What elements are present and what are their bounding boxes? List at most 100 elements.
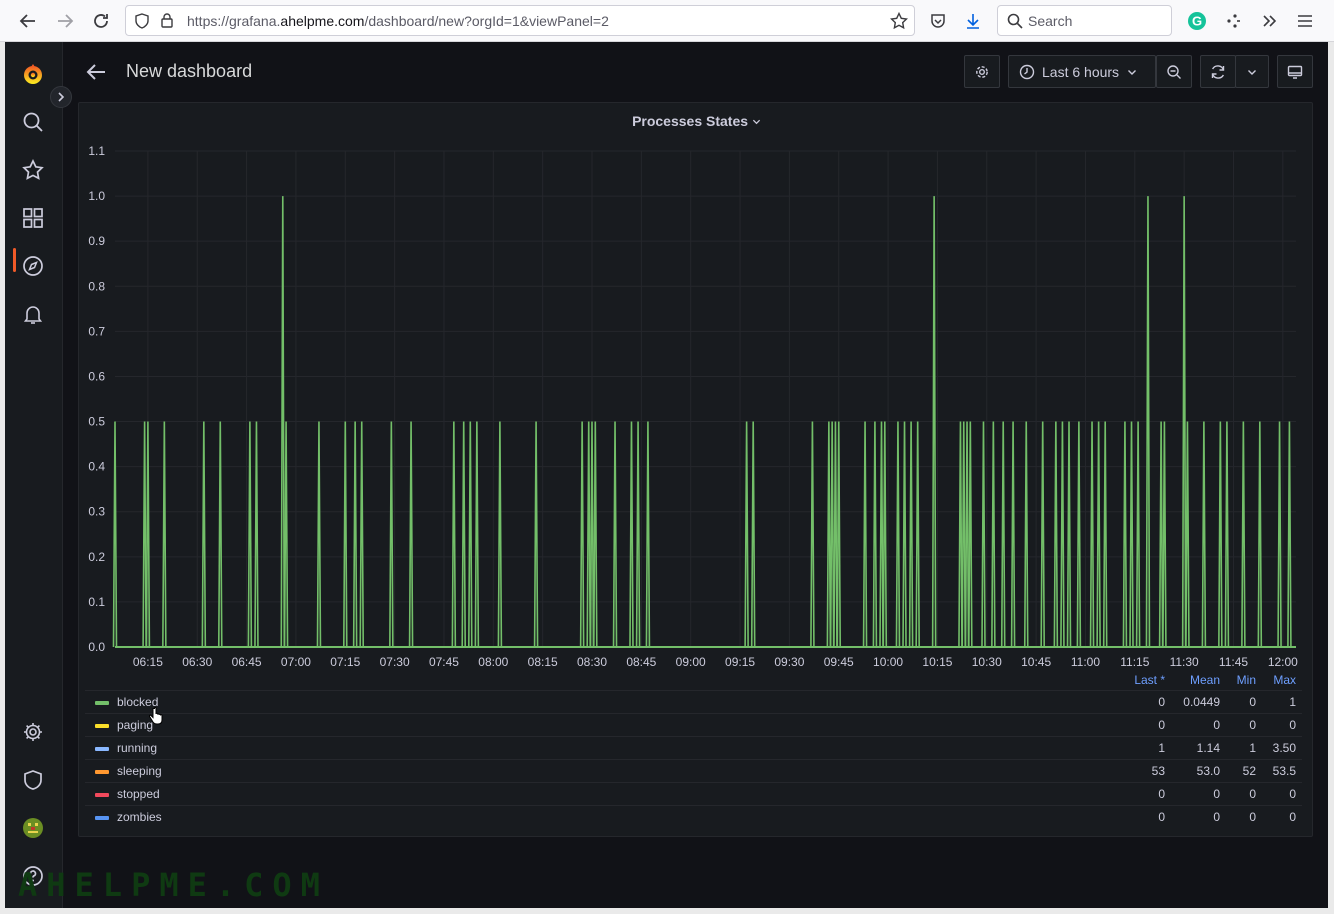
series-spike-blocked: [744, 421, 749, 648]
lock-icon[interactable]: [160, 12, 174, 33]
series-spike-blocked: [467, 421, 473, 648]
legend-color-swatch[interactable]: [95, 724, 109, 728]
user-avatar-icon[interactable]: [21, 816, 45, 840]
series-spike-blocked: [1122, 421, 1128, 648]
grammarly-extension-icon[interactable]: G: [1185, 9, 1209, 33]
series-spike-blocked: [1158, 421, 1164, 648]
browser-toolbar: https://grafana.ahelpme.com/dashboard/ne…: [0, 0, 1334, 42]
x-tick-label: 12:00: [1268, 655, 1298, 669]
series-spike-blocked: [283, 421, 289, 648]
legend-row-sleeping[interactable]: sleeping 53 53.0 52 53.5: [85, 759, 1302, 782]
legend-column-header[interactable]: Max: [1236, 673, 1296, 687]
back-button[interactable]: [84, 60, 108, 84]
series-spike-blocked: [217, 421, 223, 648]
tracking-shield-icon[interactable]: [134, 13, 150, 34]
clock-icon: [1019, 64, 1035, 79]
legend-series-name[interactable]: zombies: [117, 810, 162, 824]
grafana-logo-icon[interactable]: [21, 62, 45, 86]
svg-text:G: G: [1192, 14, 1202, 29]
search-icon[interactable]: [21, 110, 45, 134]
downloads-icon[interactable]: [961, 9, 985, 33]
series-spike-blocked: [451, 421, 457, 648]
tv-mode-button[interactable]: [1277, 55, 1313, 88]
legend-row-running[interactable]: running 1 1.14 1 3.50: [85, 736, 1302, 759]
extension-icon[interactable]: [1221, 9, 1245, 33]
series-spike-blocked: [1060, 421, 1065, 648]
y-tick-label: 1.0: [88, 189, 105, 203]
star-icon[interactable]: [21, 158, 45, 182]
more-tools-chevron-icon[interactable]: [1257, 9, 1281, 33]
pocket-icon[interactable]: [926, 9, 950, 33]
legend-series-name[interactable]: stopped: [117, 787, 160, 801]
series-spike-blocked: [931, 196, 937, 648]
series-spike-blocked: [1023, 421, 1029, 648]
legend-row-blocked[interactable]: blocked 0 0.0449 0 1: [85, 690, 1302, 713]
configuration-gear-icon[interactable]: [21, 720, 45, 744]
x-tick-label: 08:15: [528, 655, 558, 669]
series-spike-blocked: [1040, 421, 1045, 648]
refresh-button[interactable]: [1200, 55, 1236, 88]
x-tick-label: 10:30: [972, 655, 1002, 669]
forward-arrow-icon[interactable]: [53, 9, 77, 33]
legend-column-header[interactable]: Last *: [1105, 673, 1165, 687]
page-title: New dashboard: [126, 61, 253, 81]
series-spike-blocked: [201, 421, 207, 648]
legend-series-name[interactable]: sleeping: [117, 764, 162, 778]
zoom-out-icon: [1167, 64, 1181, 79]
server-admin-shield-icon[interactable]: [21, 768, 45, 792]
legend-color-swatch[interactable]: [95, 816, 109, 820]
legend-color-swatch[interactable]: [95, 747, 109, 751]
back-arrow-icon[interactable]: [16, 9, 40, 33]
x-tick-label: 11:15: [1120, 655, 1149, 669]
arrow-left-icon: [86, 64, 105, 80]
search-icon: [1007, 13, 1023, 34]
legend-row-paging[interactable]: paging 0 0 0 0: [85, 713, 1302, 736]
refresh-interval-dropdown[interactable]: [1235, 55, 1269, 88]
dashboard-settings-button[interactable]: [964, 55, 1000, 88]
series-spike-blocked: [1145, 196, 1151, 648]
series-spike-blocked: [592, 421, 598, 648]
time-range-picker[interactable]: Last 6 hours: [1008, 55, 1156, 88]
sidebar-expand-button[interactable]: [50, 86, 72, 108]
x-tick-label: 08:00: [478, 655, 508, 669]
legend-row-zombies[interactable]: zombies 0 0 0 0: [85, 805, 1302, 828]
legend-series-name[interactable]: running: [117, 741, 157, 755]
legend-row-stopped[interactable]: stopped 0 0 0 0: [85, 782, 1302, 805]
series-spike-blocked: [872, 421, 878, 648]
bookmark-star-icon[interactable]: [889, 11, 909, 35]
explore-compass-icon[interactable]: [21, 254, 45, 278]
series-spike-blocked: [1066, 421, 1072, 648]
y-tick-label: 0.8: [88, 279, 105, 293]
series-spike-blocked: [461, 421, 467, 648]
x-tick-label: 06:15: [133, 655, 163, 669]
legend-value-max: 1: [1289, 695, 1296, 709]
series-spike-blocked: [1053, 421, 1059, 648]
legend-value-max: 53.5: [1272, 764, 1296, 778]
time-series-chart[interactable]: 0.0 0.1 0.2 0.3 0.4 0.5 0.6 0.7 0.8 0.9 1.0 1.1 06:1…: [79, 103, 1314, 683]
series-spike-blocked: [586, 421, 592, 648]
time-range-label: Last 6 hours: [1042, 63, 1120, 80]
alerting-bell-icon[interactable]: [21, 302, 45, 326]
series-spike-blocked: [968, 421, 973, 648]
legend-value-max: 0: [1289, 810, 1296, 824]
url-bar[interactable]: https://grafana.ahelpme.com/dashboard/ne…: [125, 5, 915, 36]
browser-search-input[interactable]: Search: [997, 5, 1172, 36]
series-spike-blocked: [1102, 421, 1108, 648]
series-spike-blocked: [1241, 421, 1246, 648]
legend-series-name[interactable]: paging: [117, 718, 153, 732]
hamburger-menu-icon[interactable]: [1293, 9, 1317, 33]
x-tick-label: 10:45: [1021, 655, 1051, 669]
y-tick-label: 0.4: [88, 460, 105, 474]
y-tick-label: 0.7: [88, 324, 105, 338]
dashboards-icon[interactable]: [21, 206, 45, 230]
legend-color-swatch[interactable]: [95, 701, 109, 705]
zoom-out-button[interactable]: [1156, 55, 1192, 88]
legend-value-max: 0: [1289, 718, 1296, 732]
x-tick-label: 09:30: [774, 655, 804, 669]
series-spike-blocked: [981, 421, 986, 648]
series-spike-blocked: [612, 421, 618, 648]
legend-color-swatch[interactable]: [95, 793, 109, 797]
series-spike-blocked: [316, 421, 322, 648]
legend-color-swatch[interactable]: [95, 770, 109, 774]
reload-icon[interactable]: [89, 9, 113, 33]
